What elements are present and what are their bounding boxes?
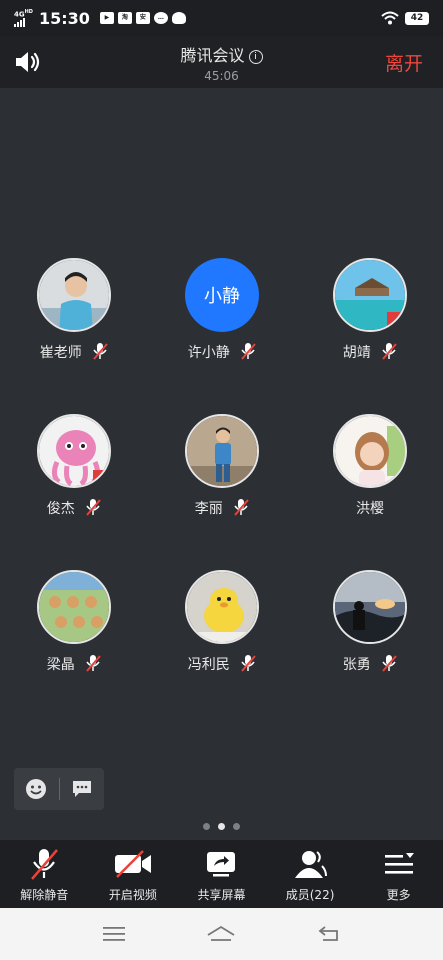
- home-icon: [208, 925, 235, 941]
- meeting-header: 腾讯会议 i 45:06 离开: [0, 36, 443, 88]
- participant-tile[interactable]: 冯利民: [148, 570, 296, 710]
- participant-name: 张勇: [342, 657, 371, 673]
- avatar: [37, 258, 111, 332]
- muted-mic-icon: [382, 655, 397, 672]
- avatar: [333, 570, 407, 644]
- participant-tile[interactable]: 崔老师: [0, 258, 148, 398]
- start-video-label: 开启视频: [108, 888, 157, 902]
- participant-tile[interactable]: 梁晶: [0, 570, 148, 710]
- participant-name: 许小静: [187, 345, 230, 361]
- recent-apps-button[interactable]: [94, 919, 134, 949]
- page-indicator: [0, 823, 443, 830]
- page-dot-active[interactable]: [218, 823, 225, 830]
- battery-icon: 42: [405, 11, 429, 25]
- participant-name: 崔老师: [39, 345, 82, 361]
- leave-button[interactable]: 离开: [385, 49, 423, 76]
- system-nav-bar: [0, 908, 443, 960]
- chat-bubble-icon: [72, 781, 91, 797]
- participant-name: 洪樱: [356, 501, 384, 517]
- share-screen-icon: [207, 852, 236, 877]
- video-off-icon: [114, 850, 151, 878]
- more-button[interactable]: 更多: [354, 840, 443, 908]
- cellular-signal-icon: 4GHD: [14, 9, 33, 28]
- avatar: [333, 414, 407, 488]
- participant-tile[interactable]: 张勇: [296, 570, 443, 710]
- avatar: [185, 570, 259, 644]
- participant-name: 冯利民: [187, 657, 230, 673]
- muted-mic-icon: [86, 655, 101, 672]
- meeting-toolbar: 解除静音 开启视频 共享屏幕 成员(22) 更多: [0, 840, 443, 908]
- muted-mic-icon: [234, 499, 249, 516]
- avatar: [185, 414, 259, 488]
- meeting-title-area[interactable]: 腾讯会议 i 45:06: [0, 42, 443, 83]
- chat-button[interactable]: [59, 768, 104, 810]
- mic-off-icon: [31, 849, 59, 880]
- qq-icon: [171, 12, 186, 24]
- taobao-icon: 淘: [117, 12, 132, 24]
- status-bar: 4GHD 15:30 ▶ 淘 安 … 42: [0, 0, 443, 36]
- participant-tile[interactable]: 小静 许小静: [148, 258, 296, 398]
- security-icon: 安: [135, 12, 150, 24]
- members-button[interactable]: 成员(22): [266, 840, 355, 908]
- muted-mic-icon: [382, 343, 397, 360]
- unmute-label: 解除静音: [20, 888, 69, 902]
- meeting-screen: 4GHD 15:30 ▶ 淘 安 … 42 腾讯会议 i 45:06 离开 崔老…: [0, 0, 443, 960]
- youku-icon: ▶: [99, 12, 114, 24]
- members-label: 成员(22): [285, 888, 335, 902]
- share-screen-button[interactable]: 共享屏幕: [177, 840, 266, 908]
- wifi-icon: [381, 11, 399, 25]
- share-screen-label: 共享屏幕: [197, 888, 246, 902]
- message-icon: …: [153, 12, 168, 24]
- emoji-button[interactable]: [14, 768, 59, 810]
- participant-name: 胡靖: [342, 345, 371, 361]
- back-button[interactable]: [309, 919, 349, 949]
- meeting-title: 腾讯会议: [180, 46, 245, 65]
- page-dot[interactable]: [233, 823, 240, 830]
- muted-mic-icon: [241, 655, 256, 672]
- meeting-timer: 45:06: [204, 69, 239, 83]
- participant-name: 梁晶: [46, 657, 75, 673]
- info-icon[interactable]: i: [248, 50, 263, 64]
- participant-tile[interactable]: 李丽: [148, 414, 296, 554]
- members-icon: [295, 851, 328, 878]
- avatar: 小静: [185, 258, 259, 332]
- home-button[interactable]: [201, 919, 241, 949]
- status-time: 15:30: [38, 8, 90, 28]
- participant-name: 俊杰: [46, 501, 75, 517]
- participant-tile[interactable]: 俊杰: [0, 414, 148, 554]
- more-menu-icon: [384, 853, 414, 874]
- more-label: 更多: [386, 888, 411, 902]
- start-video-button[interactable]: 开启视频: [89, 840, 178, 908]
- muted-mic-icon: [241, 343, 256, 360]
- participant-name: 李丽: [194, 501, 223, 517]
- reaction-chat-box: [14, 768, 104, 810]
- page-dot[interactable]: [203, 823, 210, 830]
- avatar: [37, 414, 111, 488]
- emoji-icon: [26, 779, 47, 799]
- participant-tile[interactable]: 胡靖: [296, 258, 443, 398]
- unmute-button[interactable]: 解除静音: [0, 840, 89, 908]
- muted-mic-icon: [93, 343, 108, 360]
- participant-tile[interactable]: 洪樱: [296, 414, 443, 554]
- avatar: [333, 258, 407, 332]
- back-icon: [318, 926, 339, 941]
- avatar: [37, 570, 111, 644]
- menu-lines-icon: [102, 927, 125, 941]
- muted-mic-icon: [86, 499, 101, 516]
